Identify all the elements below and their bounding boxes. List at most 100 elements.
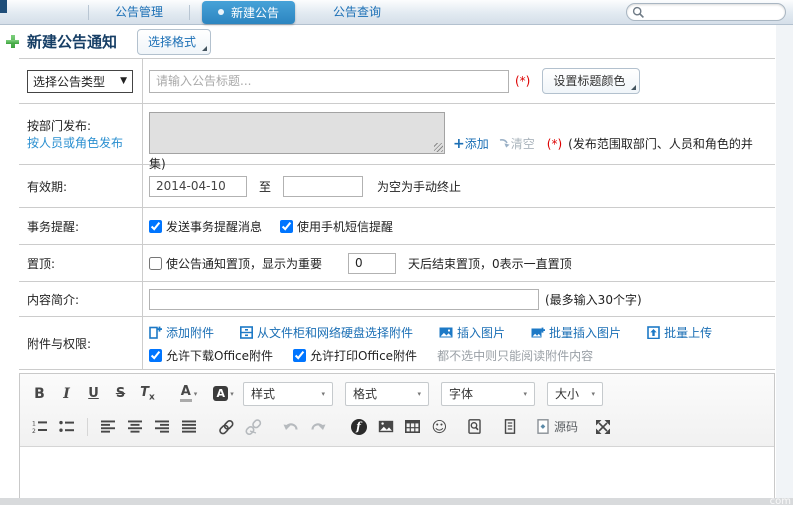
allow-download-checkbox-input[interactable] xyxy=(149,349,162,362)
editor-content-area[interactable] xyxy=(20,447,774,499)
flash-icon: f xyxy=(351,419,367,435)
resize-handle-icon[interactable] xyxy=(434,143,443,152)
image-button[interactable] xyxy=(372,414,399,440)
undo-button[interactable] xyxy=(277,414,304,440)
publish-by-dept-label: 按部门发布: xyxy=(27,117,142,134)
rich-text-editor: B I U S Tx A ▾ A ▾ 样式 ▾ 格式 ▾ xyxy=(19,373,775,500)
remove-format-button[interactable]: Tx xyxy=(134,381,161,407)
bulleted-list-button[interactable] xyxy=(53,414,80,440)
background-color-button[interactable]: A ▾ xyxy=(210,381,237,407)
add-scope-link[interactable]: +添加 xyxy=(453,137,489,151)
insert-image-link[interactable]: 插入图片 xyxy=(439,324,505,341)
validity-end-input[interactable] xyxy=(283,176,363,197)
title-input[interactable] xyxy=(149,70,509,93)
type-cell: 选择公告类型 ▼ xyxy=(19,59,143,103)
select-format-label: 选择格式 xyxy=(148,35,196,49)
publish-by-person-link[interactable]: 按人员或角色发布 xyxy=(27,134,142,151)
tab-new-announcement[interactable]: 新建公告 xyxy=(202,1,295,24)
smiley-button[interactable]: ☺ xyxy=(426,414,453,440)
undo-icon xyxy=(283,420,299,433)
bold-button[interactable]: B xyxy=(26,381,53,407)
send-reminder-checkbox-input[interactable] xyxy=(149,220,162,233)
styles-combo-label: 样式 xyxy=(251,385,275,402)
editor-toolbar: B I U S Tx A ▾ A ▾ 样式 ▾ 格式 ▾ xyxy=(20,374,774,447)
sms-reminder-label: 使用手机短信提醒 xyxy=(297,218,393,235)
page-title: 新建公告通知 xyxy=(27,31,117,52)
sms-reminder-checkbox-input[interactable] xyxy=(280,220,293,233)
preview-button[interactable] xyxy=(461,414,488,440)
maximize-icon xyxy=(595,419,611,435)
templates-button[interactable] xyxy=(496,414,523,440)
numbered-list-button[interactable]: 1 2 xyxy=(26,414,53,440)
preview-icon xyxy=(467,419,482,434)
allow-print-checkbox-input[interactable] xyxy=(293,349,306,362)
redo-button[interactable] xyxy=(304,414,331,440)
required-mark: (*) xyxy=(547,137,562,151)
font-combo[interactable]: 字体 ▾ xyxy=(441,382,535,406)
publish-scope-textarea[interactable] xyxy=(149,112,445,154)
image-icon xyxy=(378,420,394,433)
unlink-button[interactable] xyxy=(240,414,267,440)
set-title-color-button[interactable]: 设置标题颜色 xyxy=(542,68,640,94)
toolbar-separator xyxy=(87,418,88,436)
unlink-icon xyxy=(245,419,262,435)
select-format-button[interactable]: 选择格式 xyxy=(137,29,211,55)
source-button[interactable]: 源码 xyxy=(531,414,583,440)
pin-checkbox[interactable]: 使公告通知置顶，显示为重要 xyxy=(149,255,322,272)
reminder-content: 发送事务提醒消息 使用手机短信提醒 xyxy=(143,208,775,244)
align-right-button[interactable] xyxy=(149,414,176,440)
batch-upload-label: 批量上传 xyxy=(664,324,712,341)
validity-note: 为空为手动终止 xyxy=(377,178,461,195)
select-from-cabinet-link[interactable]: 从文件柜和网络硬盘选择附件 xyxy=(240,324,413,341)
tab-announcement-management[interactable]: 公告管理 xyxy=(89,0,189,25)
tab-separator xyxy=(189,5,190,20)
right-gutter xyxy=(776,25,793,498)
validity-label: 有效期: xyxy=(19,165,143,207)
text-color-button[interactable]: A ▾ xyxy=(175,381,202,407)
announcement-type-select[interactable]: 选择公告类型 ▼ xyxy=(27,70,133,93)
add-attachment-label: 添加附件 xyxy=(166,324,214,341)
sms-reminder-checkbox[interactable]: 使用手机短信提醒 xyxy=(280,218,393,235)
tab-announcement-query[interactable]: 公告查询 xyxy=(307,0,407,25)
add-attachment-link[interactable]: 添加附件 xyxy=(149,324,214,341)
table-icon xyxy=(405,420,420,433)
summary-input[interactable] xyxy=(149,289,539,310)
size-combo[interactable]: 大小 ▾ xyxy=(547,382,603,406)
size-combo-label: 大小 xyxy=(555,385,579,402)
batch-upload-link[interactable]: 批量上传 xyxy=(647,324,712,341)
allow-download-checkbox[interactable]: 允许下载Office附件 xyxy=(149,347,273,364)
format-combo[interactable]: 格式 ▾ xyxy=(345,382,429,406)
styles-combo[interactable]: 样式 ▾ xyxy=(243,382,333,406)
link-button[interactable] xyxy=(213,414,240,440)
search-input[interactable] xyxy=(626,3,786,21)
align-left-button[interactable] xyxy=(95,414,122,440)
batch-insert-image-label: 批量插入图片 xyxy=(549,324,621,341)
justify-button[interactable] xyxy=(176,414,203,440)
flash-button[interactable]: f xyxy=(345,414,372,440)
announcement-form: 选择公告类型 ▼ (*) 设置标题颜色 按部门发布: 按人员或角色发布 +添加 xyxy=(19,58,775,370)
batch-insert-image-link[interactable]: 批量插入图片 xyxy=(531,324,621,341)
justify-icon xyxy=(182,420,197,433)
clear-scope-link[interactable]: 清空 xyxy=(499,137,535,151)
bulleted-list-icon xyxy=(59,420,75,434)
pin-checkbox-input[interactable] xyxy=(149,257,162,270)
italic-button[interactable]: I xyxy=(53,381,80,407)
validity-start-input[interactable] xyxy=(149,176,247,197)
align-center-button[interactable] xyxy=(122,414,149,440)
strikethrough-button[interactable]: S xyxy=(107,381,134,407)
pin-days-input[interactable] xyxy=(348,253,396,274)
row-pin: 置顶: 使公告通知置顶，显示为重要 天后结束置顶，0表示一直置顶 xyxy=(19,245,775,282)
maximize-button[interactable] xyxy=(589,414,616,440)
publish-labels: 按部门发布: 按人员或角色发布 xyxy=(19,104,143,164)
table-button[interactable] xyxy=(399,414,426,440)
underline-button[interactable]: U xyxy=(80,381,107,407)
attachment-actions: 添加附件 从文件柜和网络硬盘选择附件 xyxy=(149,324,769,341)
send-reminder-checkbox[interactable]: 发送事务提醒消息 xyxy=(149,218,262,235)
chevron-down-icon: ▼ xyxy=(120,76,127,86)
source-button-label: 源码 xyxy=(554,418,578,435)
add-scope-label: 添加 xyxy=(465,137,489,151)
row-publish-scope: 按部门发布: 按人员或角色发布 +添加 清空(*)(发布范围取部门、人员和角色的… xyxy=(19,104,775,165)
required-mark: (*) xyxy=(515,74,530,88)
allow-print-checkbox[interactable]: 允许打印Office附件 xyxy=(293,347,417,364)
top-tab-bar: 公告管理 新建公告 公告查询 xyxy=(0,0,793,25)
